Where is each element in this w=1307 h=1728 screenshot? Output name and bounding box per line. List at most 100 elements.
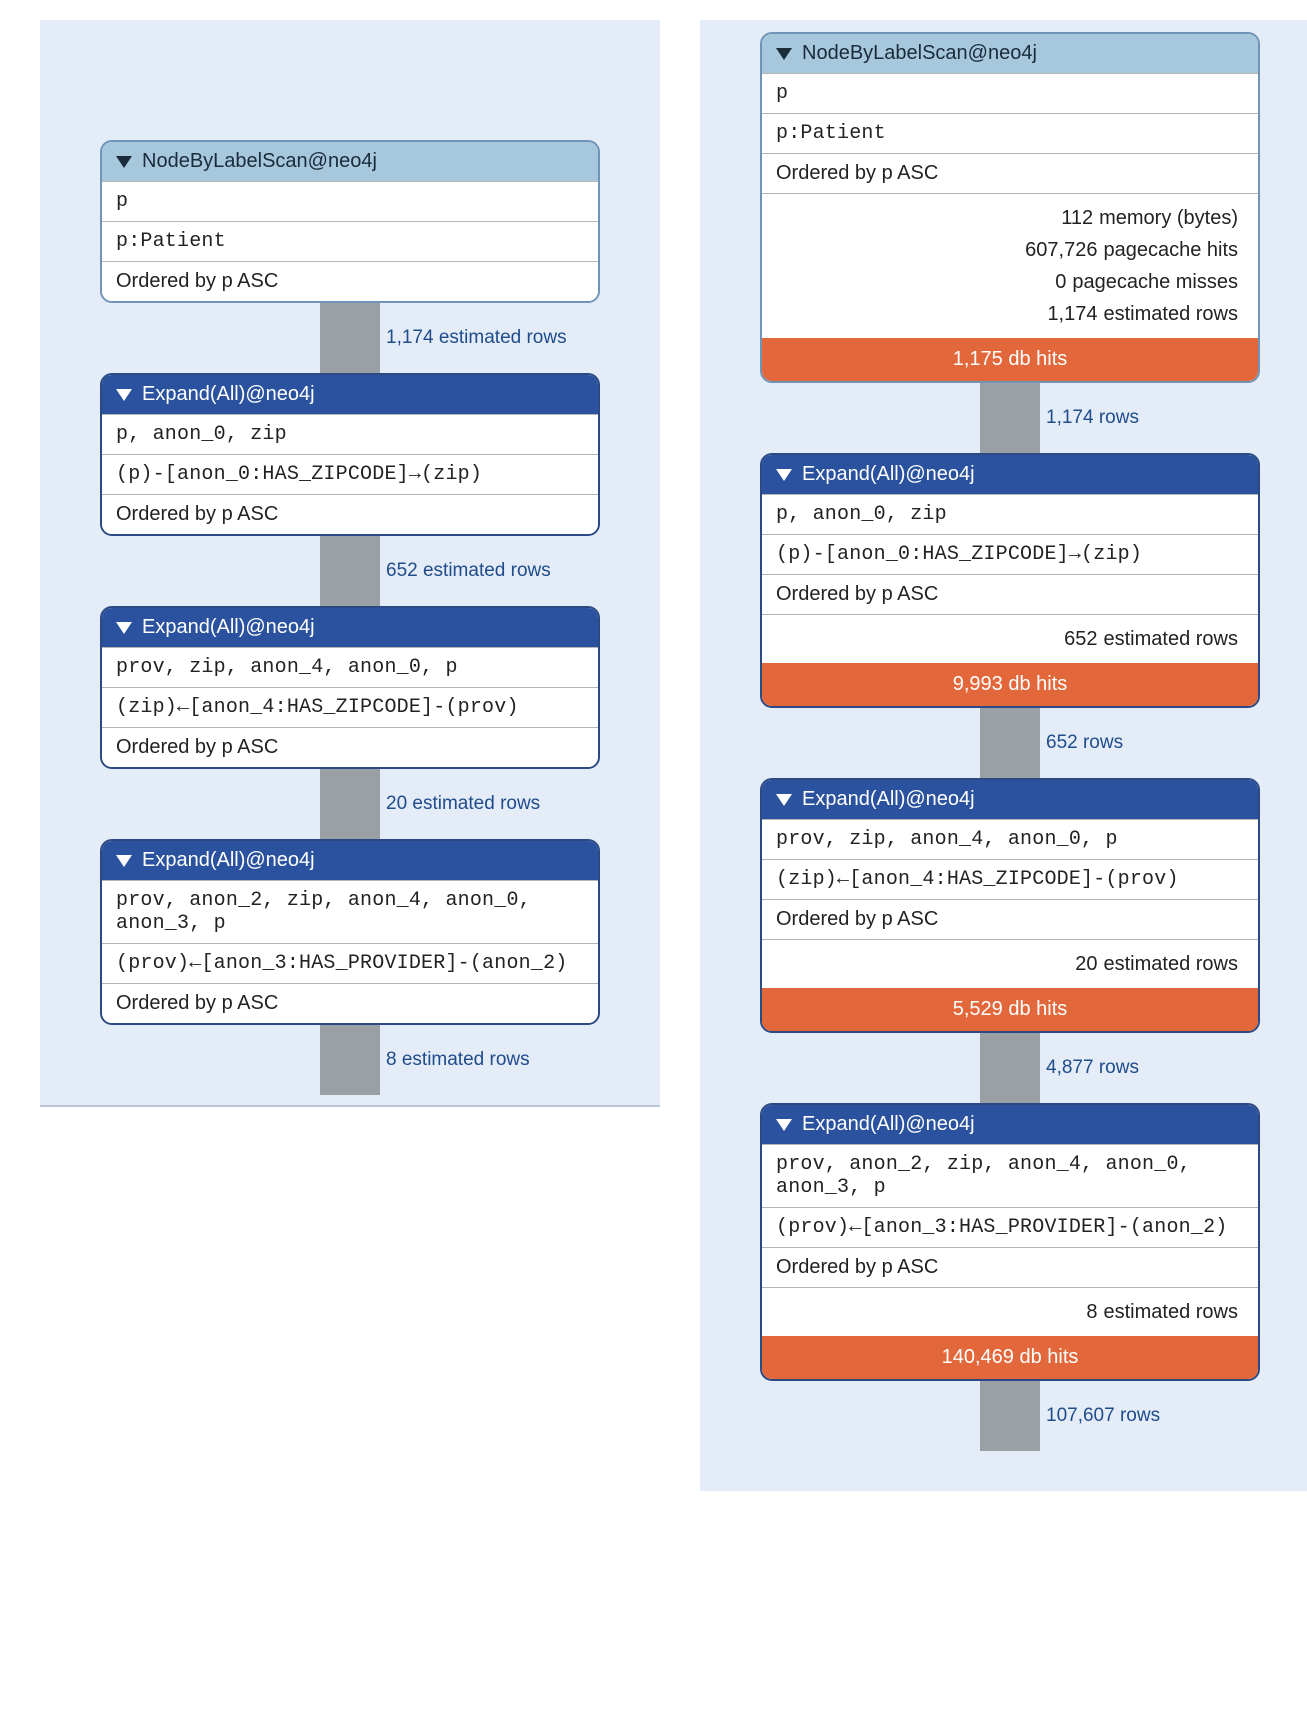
plan-node-row: (zip)←[anon_4:HAS_ZIPCODE]-(prov) <box>762 859 1258 899</box>
plan-node: Expand(All)@neo4j p, anon_0, zip(p)-[anon… <box>100 373 600 536</box>
metric-label: pagecache hits <box>1103 239 1238 261</box>
plan-connector: 1,174 estimated rows <box>320 303 380 373</box>
connector-rows-label: 8 estimated rows <box>386 1049 530 1071</box>
connector-rows-label: 1,174 rows <box>1046 407 1139 429</box>
plan-node-row: p <box>762 73 1258 113</box>
metric-label: estimated rows <box>1104 1301 1239 1323</box>
plan-node-row: p:Patient <box>102 221 598 261</box>
plan-node-row: prov, anon_2, zip, anon_4, anon_0, anon_… <box>762 1144 1258 1207</box>
metric-label: pagecache misses <box>1072 271 1238 293</box>
metric-value: 1,174 <box>998 298 1098 330</box>
collapse-icon <box>116 622 132 634</box>
plan-connector: 8 estimated rows <box>320 1025 380 1095</box>
plan-node-title: Expand(All)@neo4j <box>802 463 975 486</box>
collapse-icon <box>776 48 792 60</box>
plan-node-title: Expand(All)@neo4j <box>802 1113 975 1136</box>
plan-connector: 1,174 rows <box>980 383 1040 453</box>
collapse-icon <box>116 156 132 168</box>
plan-node-row: Ordered by p ASC <box>762 574 1258 614</box>
plan-node-row: p, anon_0, zip <box>102 414 598 454</box>
collapse-icon <box>776 1119 792 1131</box>
plan-node: NodeByLabelScan@neo4j pp:PatientOrdered b… <box>760 32 1260 383</box>
collapse-icon <box>776 469 792 481</box>
plan-node-header[interactable]: Expand(All)@neo4j <box>762 1105 1258 1144</box>
metric-value: 112 <box>993 202 1093 234</box>
plan-node: Expand(All)@neo4j prov, anon_2, zip, anon… <box>760 1103 1260 1381</box>
connector-rows-label: 20 estimated rows <box>386 793 540 815</box>
metric-label: estimated rows <box>1104 953 1239 975</box>
plan-node-header[interactable]: Expand(All)@neo4j <box>762 455 1258 494</box>
plan-node-row: (p)-[anon_0:HAS_ZIPCODE]→(zip) <box>762 534 1258 574</box>
plan-node-title: Expand(All)@neo4j <box>142 616 315 639</box>
collapse-icon <box>116 855 132 867</box>
plan-node-row: Ordered by p ASC <box>102 727 598 767</box>
plan-node-title: Expand(All)@neo4j <box>142 849 315 872</box>
plan-node-row: p, anon_0, zip <box>762 494 1258 534</box>
plan-node-title: Expand(All)@neo4j <box>142 383 315 406</box>
metric-value: 652 <box>998 623 1098 655</box>
plan-node: Expand(All)@neo4j prov, anon_2, zip, anon… <box>100 839 600 1025</box>
connector-rows-label: 1,174 estimated rows <box>386 327 567 349</box>
plan-node-row: Ordered by p ASC <box>762 899 1258 939</box>
metric-line: 1,174 estimated rows <box>782 298 1238 330</box>
plan-node-row: (zip)←[anon_4:HAS_ZIPCODE]-(prov) <box>102 687 598 727</box>
plan-node-title: Expand(All)@neo4j <box>802 788 975 811</box>
metric-value: 0 <box>966 266 1066 298</box>
plan-column-right: NodeByLabelScan@neo4jpp:PatientOrdered b… <box>700 20 1307 1491</box>
connector-rows-label: 4,877 rows <box>1046 1057 1139 1079</box>
plan-node-row: (p)-[anon_0:HAS_ZIPCODE]→(zip) <box>102 454 598 494</box>
db-hits-bar: 1,175 db hits <box>762 338 1258 381</box>
plan-node-row: prov, zip, anon_4, anon_0, p <box>762 819 1258 859</box>
plan-node-title: NodeByLabelScan@neo4j <box>802 42 1037 65</box>
plan-node-header[interactable]: Expand(All)@neo4j <box>102 608 598 647</box>
plan-node-header[interactable]: Expand(All)@neo4j <box>102 841 598 880</box>
connector-rows-label: 107,607 rows <box>1046 1405 1160 1427</box>
plan-node-row: Ordered by p ASC <box>102 261 598 301</box>
metric-label: estimated rows <box>1104 628 1239 650</box>
plan-connector: 4,877 rows <box>980 1033 1040 1103</box>
plan-node-row: p:Patient <box>762 113 1258 153</box>
plan-node-row: Ordered by p ASC <box>762 153 1258 193</box>
connector-rows-label: 652 estimated rows <box>386 560 551 582</box>
connector-rows-label: 652 rows <box>1046 732 1123 754</box>
plan-node: NodeByLabelScan@neo4j pp:PatientOrdered b… <box>100 140 600 303</box>
plan-connector: 652 rows <box>980 708 1040 778</box>
plan-node: Expand(All)@neo4j prov, zip, anon_4, anon… <box>760 778 1260 1033</box>
plan-node-row: prov, anon_2, zip, anon_4, anon_0, anon_… <box>102 880 598 943</box>
metric-value: 20 <box>998 948 1098 980</box>
plan-node-metrics: 20 estimated rows <box>762 939 1258 988</box>
metric-line: 112 memory (bytes) <box>782 202 1238 234</box>
query-plan-comparison: NodeByLabelScan@neo4jpp:PatientOrdered b… <box>0 0 1307 1551</box>
plan-column-left: NodeByLabelScan@neo4jpp:PatientOrdered b… <box>40 20 660 1107</box>
metric-label: memory (bytes) <box>1099 207 1238 229</box>
metric-line: 0 pagecache misses <box>782 266 1238 298</box>
plan-node-header[interactable]: NodeByLabelScan@neo4j <box>762 34 1258 73</box>
plan-node-row: prov, zip, anon_4, anon_0, p <box>102 647 598 687</box>
plan-node-row: Ordered by p ASC <box>102 983 598 1023</box>
collapse-icon <box>116 389 132 401</box>
metric-line: 607,726 pagecache hits <box>782 234 1238 266</box>
plan-node-row: Ordered by p ASC <box>762 1247 1258 1287</box>
metric-value: 607,726 <box>997 234 1097 266</box>
metric-line: 8 estimated rows <box>782 1296 1238 1328</box>
plan-node-row: p <box>102 181 598 221</box>
plan-node-header[interactable]: NodeByLabelScan@neo4j <box>102 142 598 181</box>
plan-node-row: (prov)←[anon_3:HAS_PROVIDER]-(anon_2) <box>762 1207 1258 1247</box>
plan-node-metrics: 112 memory (bytes)607,726 pagecache hits 0p… <box>762 193 1258 338</box>
plan-node-metrics: 652 estimated rows <box>762 614 1258 663</box>
plan-node-title: NodeByLabelScan@neo4j <box>142 150 377 173</box>
metric-value: 8 <box>998 1296 1098 1328</box>
plan-connector: 20 estimated rows <box>320 769 380 839</box>
plan-node: Expand(All)@neo4j p, anon_0, zip(p)-[anon… <box>760 453 1260 708</box>
metric-label: estimated rows <box>1104 303 1239 325</box>
db-hits-bar: 9,993 db hits <box>762 663 1258 706</box>
plan-node-row: (prov)←[anon_3:HAS_PROVIDER]-(anon_2) <box>102 943 598 983</box>
plan-node-metrics: 8 estimated rows <box>762 1287 1258 1336</box>
plan-connector: 652 estimated rows <box>320 536 380 606</box>
plan-node-header[interactable]: Expand(All)@neo4j <box>762 780 1258 819</box>
db-hits-bar: 5,529 db hits <box>762 988 1258 1031</box>
plan-node-header[interactable]: Expand(All)@neo4j <box>102 375 598 414</box>
metric-line: 652 estimated rows <box>782 623 1238 655</box>
plan-node-row: Ordered by p ASC <box>102 494 598 534</box>
collapse-icon <box>776 794 792 806</box>
